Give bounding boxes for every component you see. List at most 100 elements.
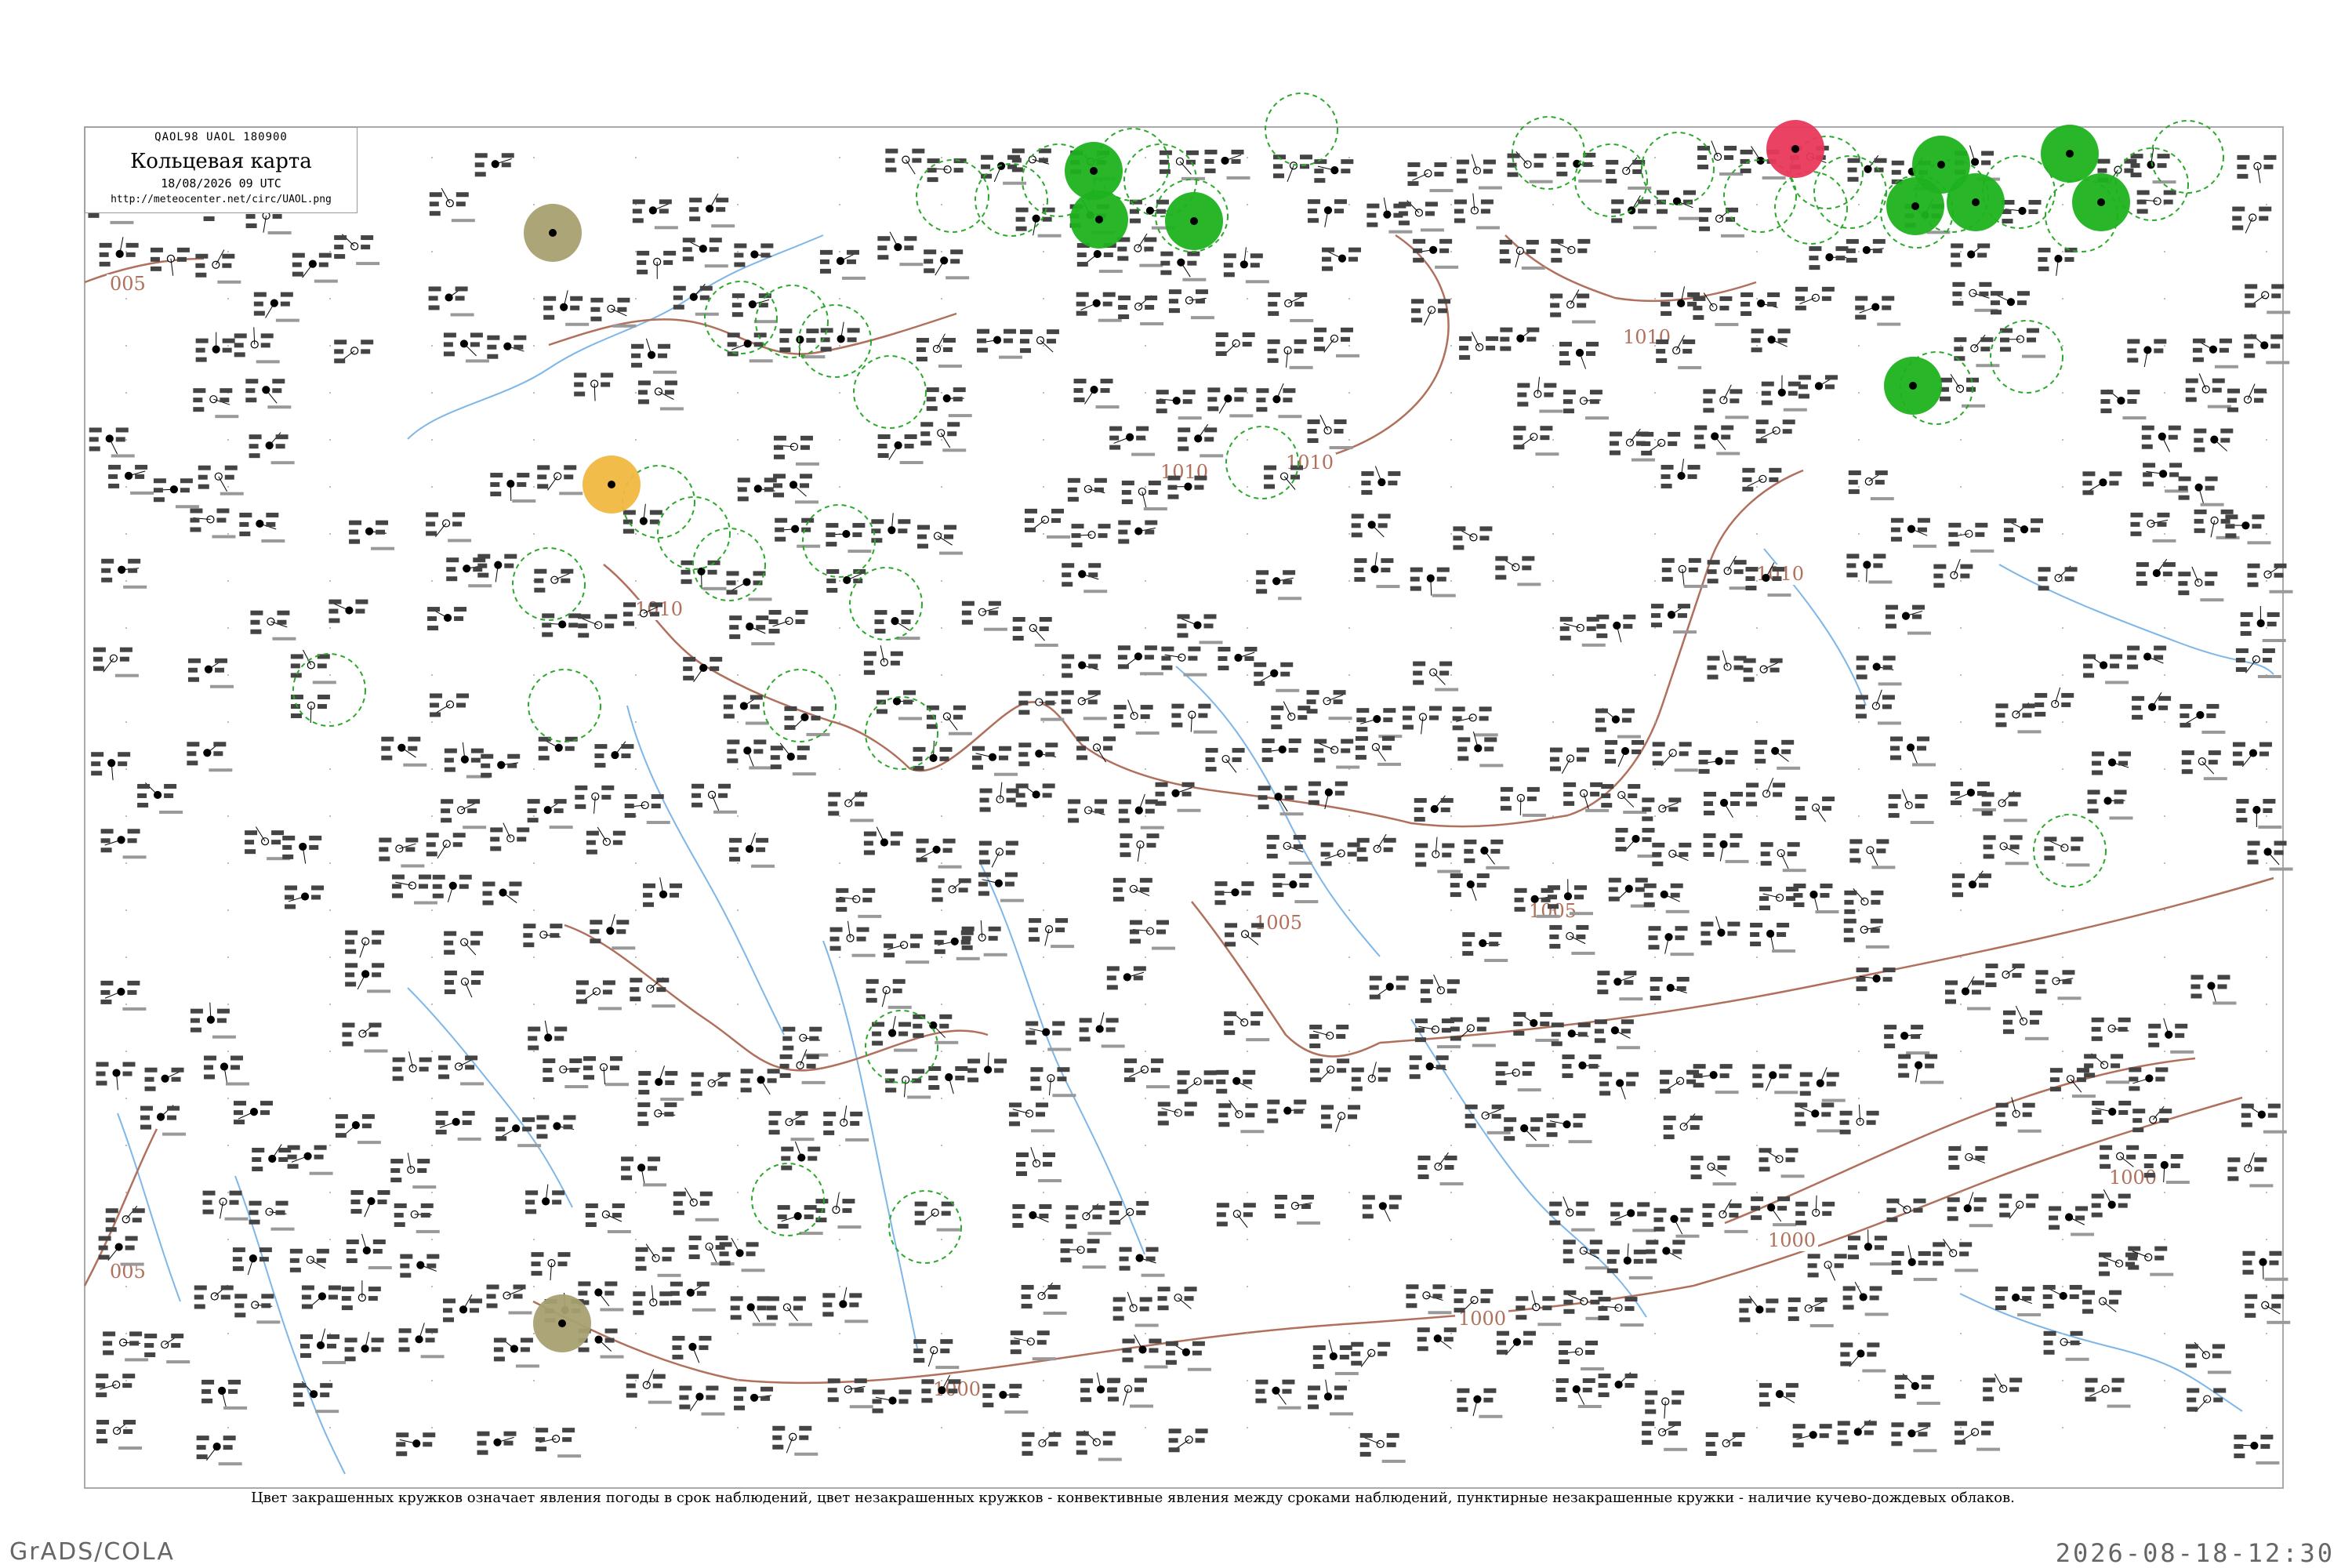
text-mark (1283, 570, 1296, 575)
text-mark (1340, 336, 1350, 342)
text-mark (1549, 766, 1561, 771)
text-mark (1123, 1058, 1137, 1064)
text-mark (334, 339, 347, 345)
text-mark (98, 1236, 111, 1241)
text-mark (601, 785, 615, 790)
station-name-mark (463, 826, 487, 829)
station-name-mark (894, 1048, 918, 1052)
grid-dot (329, 345, 331, 347)
grid-dot (1552, 204, 1554, 205)
text-mark (1308, 1404, 1319, 1410)
text-mark (706, 1385, 719, 1391)
text-mark (1087, 1239, 1100, 1244)
grid-dot (1450, 533, 1452, 535)
text-mark (1301, 1194, 1314, 1200)
text-mark (621, 744, 634, 750)
text-mark (1139, 877, 1152, 883)
text-mark (1598, 1306, 1608, 1312)
text-mark (726, 571, 739, 576)
text-mark (1526, 796, 1537, 801)
text-mark (372, 1249, 383, 1254)
grid-dot (839, 627, 840, 629)
text-mark (293, 1402, 305, 1407)
station-plot (1605, 739, 1645, 768)
text-mark (1039, 1204, 1052, 1210)
text-mark (202, 1200, 212, 1205)
text-mark (871, 538, 883, 543)
text-mark (1381, 568, 1391, 573)
text-mark (550, 933, 560, 938)
text-mark (429, 211, 441, 216)
text-mark (862, 887, 876, 893)
station-plot (1204, 149, 1250, 180)
station-name-mark (704, 264, 728, 268)
text-mark (1661, 483, 1672, 488)
grid-dot (1960, 1239, 1962, 1240)
text-mark (1161, 646, 1174, 652)
station-plot (913, 1339, 960, 1370)
text-mark (428, 305, 440, 310)
text-mark (943, 534, 953, 539)
text-mark (939, 746, 953, 752)
text-mark (1195, 289, 1208, 295)
text-mark (522, 1127, 532, 1132)
station-plot (1661, 459, 1700, 488)
station-name-mark (457, 1137, 481, 1141)
text-mark (1562, 1064, 1572, 1069)
station-plot (670, 1281, 716, 1312)
text-mark (328, 1294, 338, 1300)
text-mark (252, 1167, 263, 1172)
grid-dot (1247, 721, 1248, 723)
text-mark (1139, 1306, 1149, 1312)
text-mark (1383, 708, 1396, 713)
text-mark (1500, 327, 1513, 332)
text-mark (884, 943, 894, 949)
text-mark (1464, 839, 1477, 844)
text-mark (699, 1191, 713, 1196)
text-mark (452, 833, 466, 838)
text-mark (1272, 173, 1284, 179)
text-mark (1009, 1393, 1019, 1399)
text-mark (729, 625, 739, 630)
grid-dot (1043, 580, 1044, 582)
text-mark (1456, 169, 1466, 174)
text-mark (633, 1301, 643, 1306)
text-mark (1310, 1077, 1322, 1083)
text-mark (1025, 1040, 1037, 1045)
station-plot (93, 647, 139, 677)
station-plot (349, 520, 395, 550)
text-mark (1595, 727, 1606, 732)
text-mark (1359, 1432, 1373, 1438)
text-mark (569, 1068, 579, 1073)
text-mark (898, 519, 911, 524)
station-name-mark (1101, 1044, 1125, 1048)
grid-dot (1450, 1286, 1452, 1287)
grid-dot (941, 1004, 942, 1005)
text-mark (885, 1087, 897, 1093)
text-mark (1243, 1069, 1256, 1075)
text-mark (429, 192, 442, 198)
station-plot (481, 753, 521, 778)
station-name-mark (646, 821, 670, 825)
grid-dot (635, 1427, 637, 1428)
text-mark (662, 1256, 672, 1261)
text-mark (971, 755, 982, 760)
text-mark (1103, 746, 1113, 751)
text-mark (781, 1165, 793, 1171)
station-name-mark (907, 1095, 931, 1099)
text-mark (1106, 975, 1116, 981)
station-plot (195, 249, 241, 284)
grid-dot (1756, 862, 1758, 864)
text-mark (536, 1115, 550, 1120)
text-mark (877, 245, 887, 251)
text-mark (1414, 797, 1427, 803)
station-plot (872, 1389, 912, 1414)
grid-dot (2164, 1286, 2165, 1287)
grid-dot (1043, 909, 1044, 911)
text-mark (1540, 1011, 1553, 1017)
text-mark (446, 557, 459, 563)
text-mark (349, 520, 362, 525)
grid-dot (1348, 1098, 1350, 1099)
grid-dot (329, 862, 331, 864)
text-mark (1549, 934, 1559, 939)
